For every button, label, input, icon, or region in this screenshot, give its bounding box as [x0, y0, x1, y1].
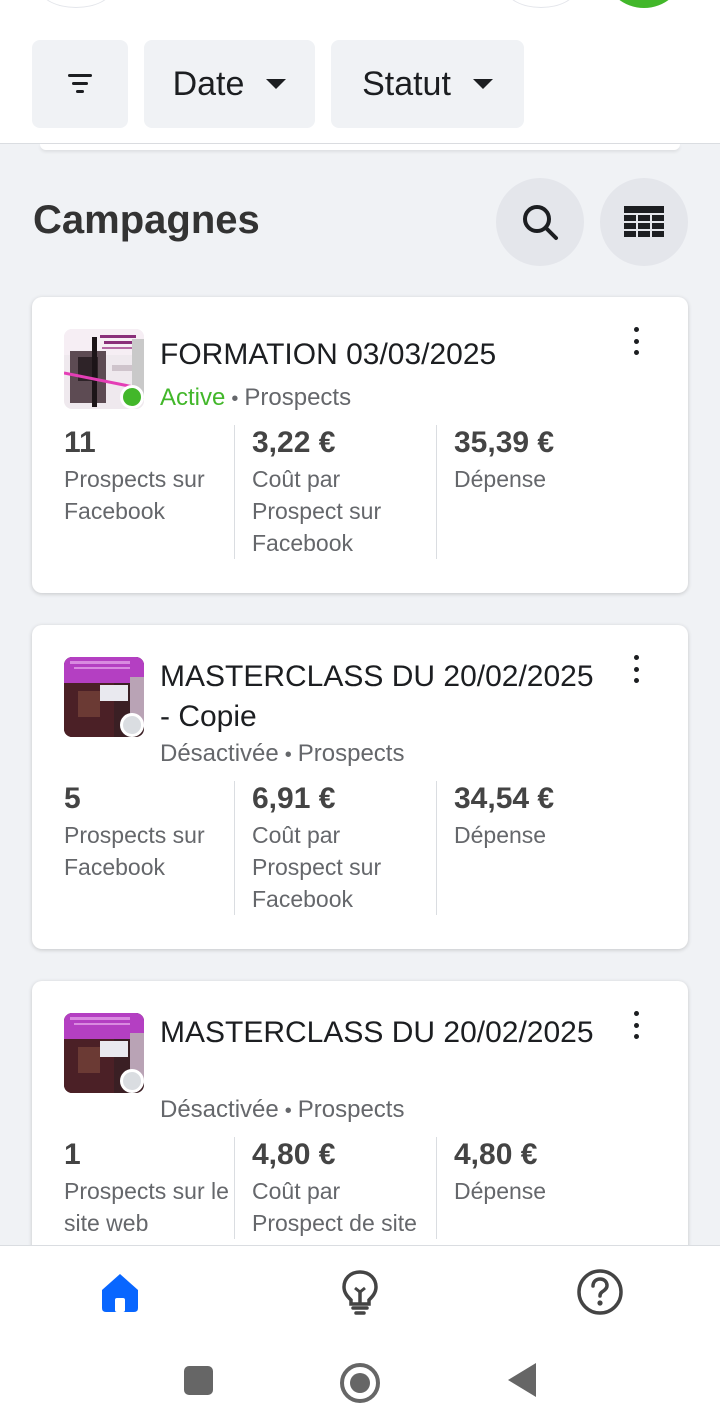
metric-spend: 35,39 € Dépense	[436, 425, 638, 559]
recents-button[interactable]	[184, 1366, 213, 1395]
caret-down-icon	[266, 79, 287, 89]
status-filter-label: Statut	[362, 64, 451, 103]
metric-results: 1 Prospects sur le site web	[32, 1137, 234, 1239]
filter-button[interactable]	[32, 40, 128, 128]
question-circle-icon	[577, 1269, 623, 1315]
more-vertical-icon	[633, 655, 639, 660]
metric-cost-per-result: 3,22 € Coût par Prospect sur Facebook	[234, 425, 436, 559]
more-options-button[interactable]	[624, 651, 648, 687]
campaign-metrics: 5 Prospects sur Facebook 6,91 € Coût par…	[32, 781, 688, 915]
system-back-button[interactable]	[508, 1363, 536, 1397]
metric-label: Coût par Prospect sur Facebook	[252, 466, 382, 556]
nav-home[interactable]	[96, 1268, 144, 1316]
campaign-metrics: 11 Prospects sur Facebook 3,22 € Coût pa…	[32, 425, 688, 559]
campaign-title: FORMATION 03/03/2025	[160, 338, 497, 371]
previous-card-edge	[40, 144, 680, 150]
metric-value: 1	[64, 1138, 81, 1171]
more-vertical-icon	[633, 1011, 639, 1016]
date-filter-label: Date	[172, 64, 245, 103]
metric-label: Dépense	[454, 1178, 547, 1204]
lightbulb-icon	[342, 1270, 378, 1315]
metric-cost-per-result: 4,80 € Coût par Prospect de site	[234, 1137, 436, 1239]
metric-label: Dépense	[454, 822, 547, 848]
campaign-status: Active	[160, 384, 226, 411]
nav-tips[interactable]	[336, 1268, 384, 1316]
campaign-title: MASTERCLASS DU 20/02/2025 - Copie	[160, 660, 594, 733]
campaign-status-line: Désactivée • Prospects	[160, 1096, 405, 1123]
search-button[interactable]	[496, 178, 584, 266]
metric-value: 6,91 €	[252, 782, 336, 815]
campaign-type: Prospects	[297, 740, 405, 767]
metric-results: 5 Prospects sur Facebook	[32, 781, 234, 915]
bottom-navigation	[0, 1245, 720, 1337]
table-view-button[interactable]	[600, 178, 688, 266]
filter-bar: Date Statut	[0, 12, 720, 144]
metric-value: 35,39 €	[454, 426, 555, 459]
metric-value: 11	[64, 426, 96, 459]
home-icon	[102, 1274, 138, 1312]
metric-value: 3,22 €	[252, 426, 336, 459]
campaign-metrics: 1 Prospects sur le site web 4,80 € Coût …	[32, 1137, 688, 1239]
campaign-status-line: Désactivée • Prospects	[160, 740, 405, 767]
metric-value: 5	[64, 782, 81, 815]
metric-value: 34,54 €	[454, 782, 555, 815]
search-icon	[523, 205, 558, 240]
date-filter-dropdown[interactable]: Date	[144, 40, 315, 128]
campaign-card[interactable]: MASTERCLASS DU 20/02/2025 - Copie Désact…	[32, 625, 688, 949]
table-icon	[624, 206, 664, 237]
campaign-title: MASTERCLASS DU 20/02/2025	[160, 1016, 594, 1049]
metric-results: 11 Prospects sur Facebook	[32, 425, 234, 559]
back-button[interactable]	[40, 0, 112, 8]
metric-label: Prospects sur le site web	[64, 1178, 229, 1236]
filter-icon	[68, 74, 92, 94]
metric-label: Prospects sur Facebook	[64, 466, 205, 524]
nav-help[interactable]	[576, 1268, 624, 1316]
campaign-card[interactable]: MASTERCLASS DU 20/02/2025 Désactivée • Pro…	[32, 981, 688, 1271]
more-options-button[interactable]	[624, 1007, 648, 1043]
inactive-status-dot	[120, 713, 144, 737]
metric-spend: 34,54 € Dépense	[436, 781, 638, 915]
metric-label: Dépense	[454, 466, 547, 492]
campaign-type: Prospects	[244, 384, 352, 411]
system-home-button[interactable]	[340, 1363, 380, 1403]
active-status-dot	[120, 385, 144, 409]
header-action-button[interactable]	[506, 0, 576, 8]
metric-label: Coût par Prospect de site	[252, 1178, 417, 1236]
system-navigation-bar	[0, 1337, 720, 1428]
status-filter-dropdown[interactable]: Statut	[331, 40, 524, 128]
metric-value: 4,80 €	[454, 1138, 538, 1171]
campaign-card[interactable]: FORMATION 03/03/2025 Active • Prospects 11…	[32, 297, 688, 593]
inactive-status-dot	[120, 1069, 144, 1093]
campaign-type: Prospects	[297, 1096, 405, 1123]
campaign-status: Désactivée	[160, 1096, 279, 1123]
more-vertical-icon	[633, 327, 639, 332]
more-options-button[interactable]	[624, 323, 648, 359]
metric-label: Prospects sur Facebook	[64, 822, 205, 880]
campaign-status-line: Active • Prospects	[160, 384, 352, 411]
metric-spend: 4,80 € Dépense	[436, 1137, 638, 1239]
metric-value: 4,80 €	[252, 1138, 336, 1171]
metric-label: Coût par Prospect sur Facebook	[252, 822, 382, 912]
page-title: Campagnes	[33, 198, 260, 242]
campaign-status: Désactivée	[160, 740, 279, 767]
caret-down-icon	[472, 79, 493, 89]
metric-cost-per-result: 6,91 € Coût par Prospect sur Facebook	[234, 781, 436, 915]
create-button[interactable]	[606, 0, 682, 8]
top-header	[0, 0, 720, 12]
